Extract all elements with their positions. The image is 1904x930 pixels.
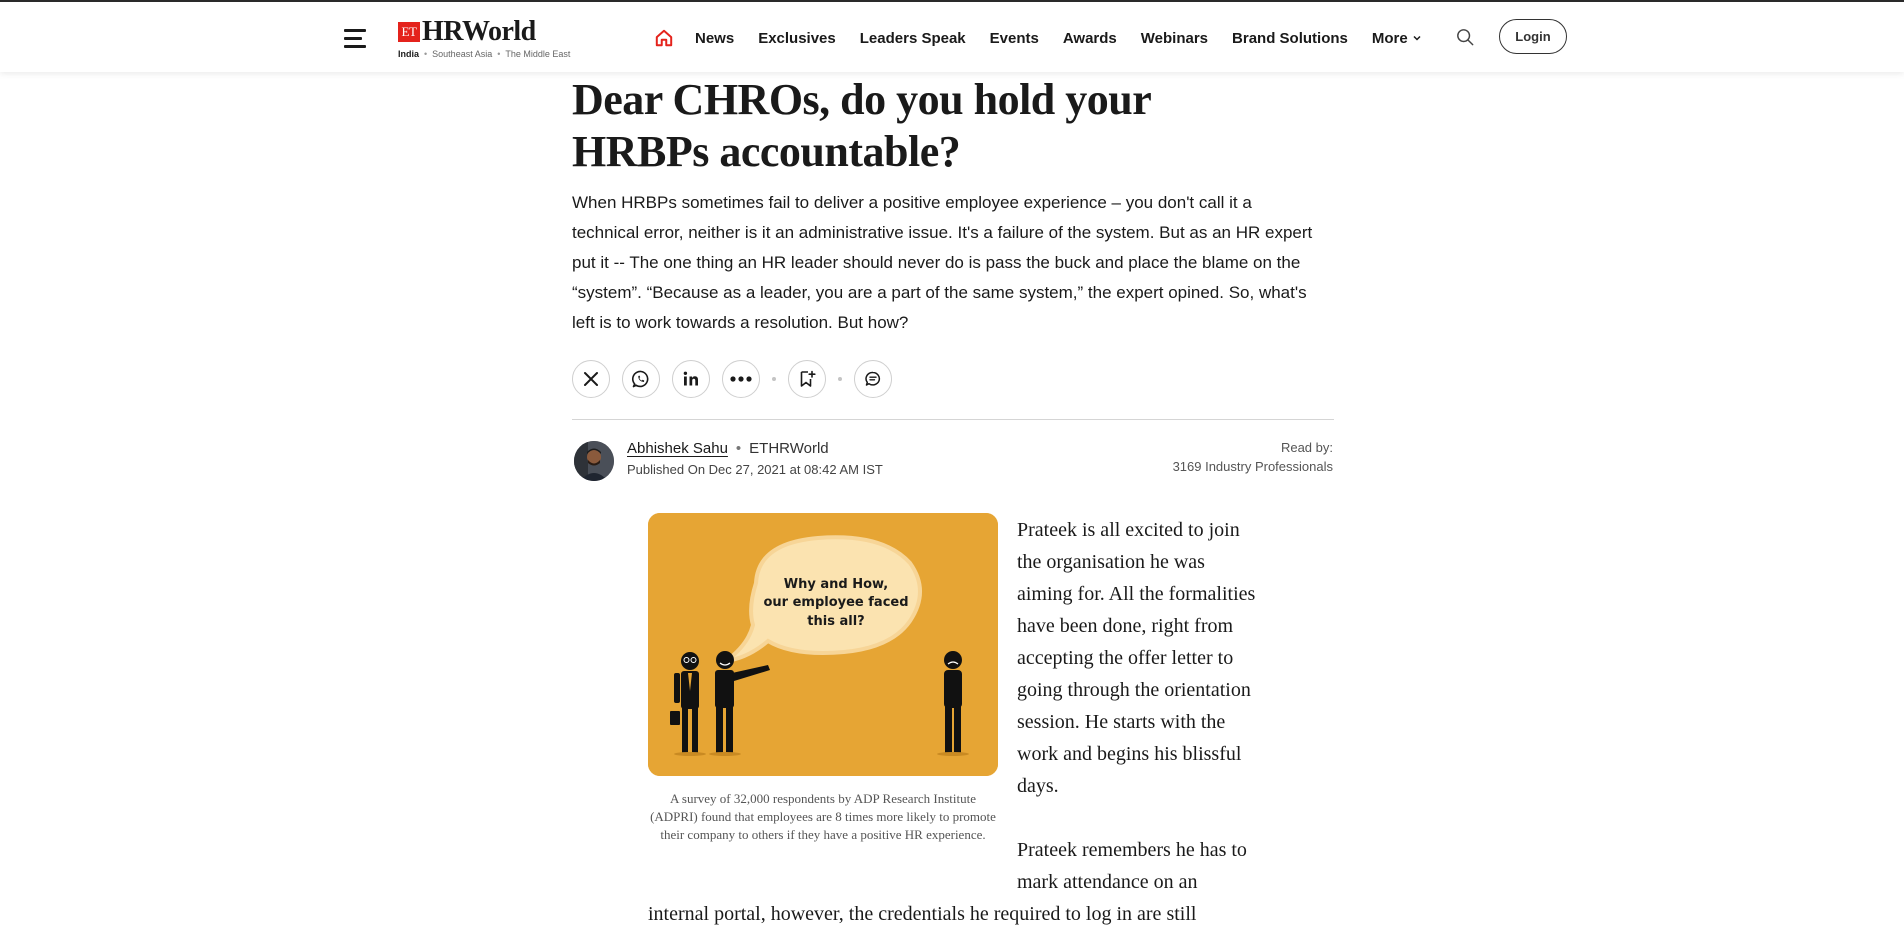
nav-news[interactable]: News (695, 30, 734, 47)
article-image: Why and How, our employee faced this all… (648, 513, 998, 776)
main-nav: News Exclusives Leaders Speak Events Awa… (655, 26, 1446, 50)
more-dots-icon (730, 376, 752, 382)
author-line: Abhishek Sahu • ETHRWorld (627, 440, 829, 457)
image-caption: A survey of 32,000 respondents by ADP Re… (650, 791, 996, 842)
chevron-down-icon (1413, 35, 1421, 41)
login-button[interactable]: Login (1499, 19, 1567, 54)
read-by-count: 3169 Industry Professionals (1172, 459, 1333, 474)
whatsapp-icon (632, 370, 649, 388)
linkedin-icon (683, 371, 698, 386)
share-x-button[interactable] (572, 360, 610, 398)
nav-leaders-speak[interactable]: Leaders Speak (860, 30, 966, 47)
bookmark-icon (800, 370, 816, 387)
article-paragraph-1: Prateek is all excited to join the organ… (1017, 519, 1256, 797)
nav-brand-solutions[interactable]: Brand Solutions (1232, 30, 1348, 47)
bubble-text-line1: Why and How, (784, 577, 888, 592)
bubble-text-line2: our employee faced (763, 595, 908, 610)
article-title: Dear CHROs, do you hold your HRBPs accou… (572, 75, 1151, 176)
search-icon[interactable] (1456, 28, 1474, 46)
site-logo[interactable]: ET HRWorld India • Southeast Asia • The Midd… (398, 16, 608, 62)
region-southeast-asia[interactable]: Southeast Asia (432, 49, 492, 59)
bubble-text-line3: this all? (807, 614, 864, 629)
article-paragraph-2: Prateek remembers he has to mark attenda… (1017, 839, 1247, 893)
section-divider (572, 419, 1334, 420)
nav-awards[interactable]: Awards (1063, 30, 1117, 47)
share-bar (572, 359, 904, 399)
region-selector: India • Southeast Asia • The Middle East (398, 49, 571, 59)
region-middle-east[interactable]: The Middle East (505, 49, 570, 59)
read-by-label: Read by: (1280, 440, 1333, 455)
nav-webinars[interactable]: Webinars (1141, 30, 1208, 47)
comment-icon (865, 371, 881, 386)
comment-button[interactable] (854, 360, 892, 398)
bullet-separator: • (735, 440, 742, 457)
menu-icon[interactable] (344, 29, 366, 49)
nav-more[interactable]: More (1372, 30, 1422, 47)
separator-dot (838, 377, 842, 381)
site-header: ET HRWorld India • Southeast Asia • The Midd… (0, 2, 1904, 72)
x-icon (584, 372, 598, 386)
article-paragraph-2-continued: internal portal, however, the credential… (648, 903, 1197, 925)
region-india[interactable]: India (398, 49, 419, 59)
author-source: ETHRWorld (749, 440, 829, 457)
nav-events[interactable]: Events (990, 30, 1039, 47)
logo-et-badge: ET (398, 22, 420, 42)
logo-brand: HRWorld (422, 16, 536, 47)
home-icon[interactable] (655, 29, 673, 47)
nav-exclusives[interactable]: Exclusives (758, 30, 836, 47)
separator-dot (772, 377, 776, 381)
author-avatar[interactable] (574, 441, 614, 481)
article-summary: When HRBPs sometimes fail to deliver a p… (572, 193, 1313, 332)
author-name-link[interactable]: Abhishek Sahu (627, 440, 728, 457)
read-by-block: Read by: 3169 Industry Professionals (1160, 438, 1333, 476)
nav-more-label: More (1371, 29, 1408, 47)
share-more-button[interactable] (722, 360, 760, 398)
share-whatsapp-button[interactable] (622, 360, 660, 398)
share-linkedin-button[interactable] (672, 360, 710, 398)
bookmark-button[interactable] (788, 360, 826, 398)
publish-date: Published On Dec 27, 2021 at 08:42 AM IS… (627, 462, 883, 477)
